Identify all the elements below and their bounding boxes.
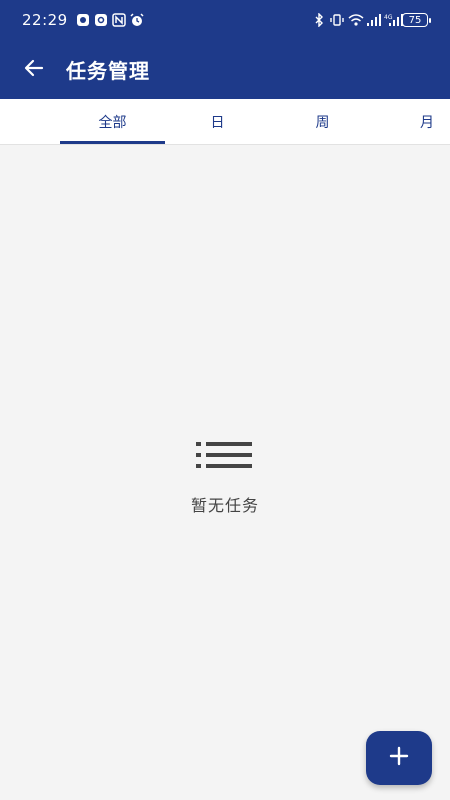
- page-title: 任务管理: [66, 59, 150, 83]
- tab-day[interactable]: 日: [165, 99, 270, 144]
- svg-text:4G: 4G: [384, 14, 393, 21]
- photo-notification-icon: [94, 13, 108, 27]
- status-right: 4G 75: [312, 13, 431, 27]
- alarm-icon: [130, 13, 144, 27]
- vibrate-icon: [330, 13, 344, 27]
- signal-4g-icon: 4G: [384, 13, 403, 27]
- arrow-left-icon: [23, 57, 45, 83]
- nfc-icon: [111, 13, 126, 27]
- wifi-icon: [348, 13, 364, 27]
- toolbar: 任务管理: [0, 40, 450, 99]
- tab-all[interactable]: 全部: [60, 99, 165, 144]
- back-button[interactable]: [12, 48, 56, 92]
- status-time: 22:29: [22, 11, 68, 29]
- tab-month[interactable]: 月: [375, 99, 450, 144]
- empty-message: 暂无任务: [190, 496, 259, 515]
- signal-icon: [366, 13, 381, 27]
- tab-week[interactable]: 周: [270, 99, 375, 144]
- battery-indicator: 75: [402, 13, 431, 27]
- empty-state: 暂无任务: [0, 440, 450, 516]
- status-bar: 22:29 4G 75: [0, 0, 450, 40]
- list-icon: [196, 440, 254, 470]
- app-notification-icon: [76, 13, 90, 27]
- bluetooth-icon: [312, 13, 326, 27]
- plus-icon: [388, 745, 410, 771]
- tab-bar: 全部 日 周 月: [0, 99, 450, 145]
- add-task-button[interactable]: [366, 731, 432, 785]
- app-bar: 22:29 4G 75 任务管理: [0, 0, 450, 99]
- status-left: 22:29: [22, 11, 144, 29]
